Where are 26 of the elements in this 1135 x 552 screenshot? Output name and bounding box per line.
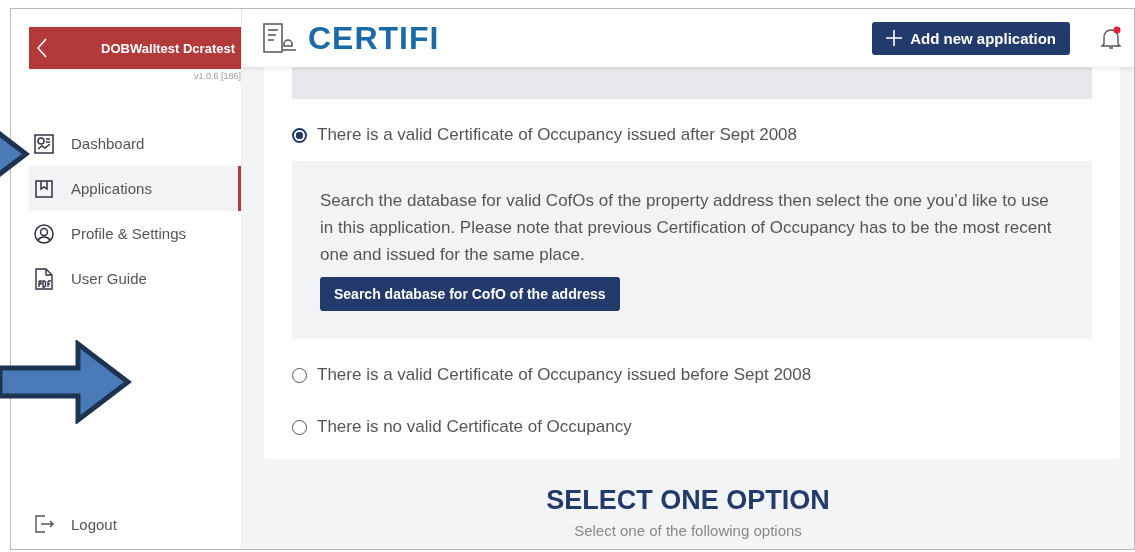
back-icon[interactable] bbox=[37, 38, 47, 58]
logo-text: CERTIFI bbox=[308, 19, 440, 57]
plus-icon bbox=[886, 30, 903, 46]
option-label: There is no valid Certificate of Occupancy bbox=[317, 417, 632, 437]
option-label: There is a valid Certificate of Occupancy issued after Sept 2008 bbox=[317, 125, 798, 145]
pdf-icon bbox=[33, 266, 55, 291]
dashboard-icon bbox=[33, 132, 55, 155]
option-label: There is a valid Certificate of Occupancy issued before Sept 2008 bbox=[317, 365, 812, 385]
user-name: DOBWalltest Dcratest bbox=[101, 40, 235, 56]
sidebar-item[interactable]: Profile & Settings bbox=[29, 211, 241, 256]
version-label: v1.0.6 [186] bbox=[192, 71, 241, 81]
section-heading: SELECT ONE OPTION bbox=[545, 485, 831, 516]
sidebar-item[interactable]: Dashboard bbox=[29, 121, 241, 166]
sidebar-item[interactable]: Applications bbox=[29, 166, 241, 211]
search-button[interactable]: Search database for CofO of the address bbox=[320, 277, 620, 311]
bell-icon[interactable] bbox=[1100, 26, 1122, 50]
sidebar-item[interactable]: User Guide bbox=[29, 256, 241, 301]
add-application-button[interactable]: Add new application bbox=[872, 21, 1070, 55]
option-description: Search the database for valid CofOs of the property address then select the one you’d like to use in this application. Please note that previous Certification of Occupancy has to be the most recent one and issued for the same place. bbox=[320, 190, 1053, 266]
radio-button[interactable] bbox=[292, 127, 307, 143]
book-icon bbox=[33, 177, 55, 200]
profile-icon bbox=[33, 222, 55, 245]
logout-icon bbox=[33, 513, 55, 535]
certificate-icon bbox=[262, 22, 298, 54]
section-subtitle: Select one of the following options bbox=[573, 522, 803, 539]
logout-item[interactable]: Logout bbox=[29, 513, 241, 535]
